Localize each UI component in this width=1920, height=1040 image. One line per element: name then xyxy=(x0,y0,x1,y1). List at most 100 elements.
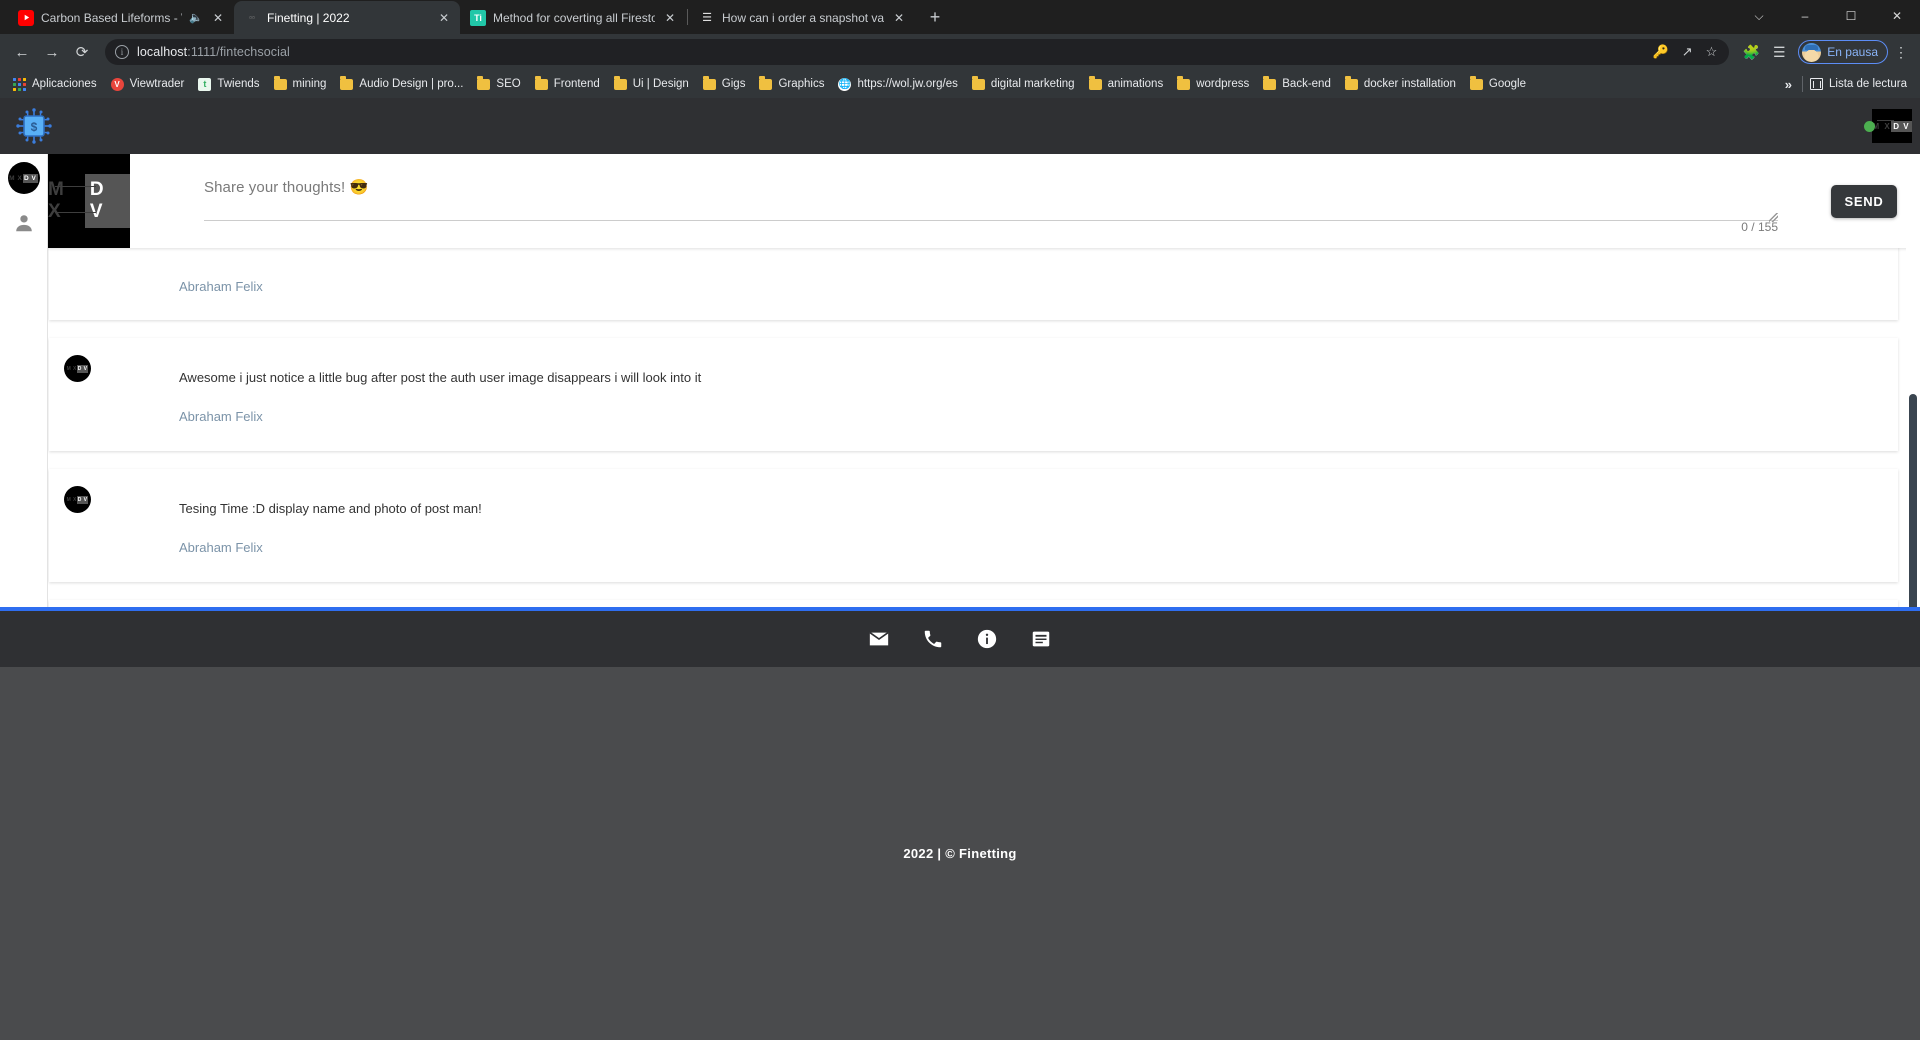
post-text: Tesing Time :D display name and photo of… xyxy=(179,501,482,516)
bookmark-viewtrader[interactable]: V Viewtrader xyxy=(104,73,192,95)
microchip-dollar-logo[interactable]: $ xyxy=(14,106,54,146)
tab-title: How can i order a snapshot value xyxy=(722,10,884,25)
folder-icon xyxy=(613,76,627,90)
bookmark-label: animations xyxy=(1107,78,1164,90)
bookmark-aplicaciones[interactable]: Aplicaciones xyxy=(6,73,104,95)
bookmark-seo[interactable]: SEO xyxy=(470,73,527,95)
textarea-underline-resize-handle[interactable] xyxy=(204,213,1778,222)
reading-list-icon[interactable]: ☰ xyxy=(1766,39,1792,65)
forward-button[interactable]: → xyxy=(38,38,66,66)
bookmark-wol-jw-org[interactable]: 🌐 https://wol.jw.org/es xyxy=(831,73,964,95)
bookmark-audio-design[interactable]: Audio Design | pro... xyxy=(333,73,470,95)
new-tab-button[interactable]: + xyxy=(921,3,949,31)
post-card[interactable]: M X D V Awesome i just notice a little b… xyxy=(49,338,1898,451)
browser-tab-3[interactable]: ☰ How can i order a snapshot value ✕ xyxy=(689,1,915,34)
post-card[interactable]: Hey guys can i request a feedback form! … xyxy=(49,600,1898,607)
bookmark-graphics[interactable]: Graphics xyxy=(752,73,831,95)
tab-strip: Carbon Based Lifeforms - Wo 🔈 ✕ ▫▫ Finet… xyxy=(0,0,1920,34)
share-icon[interactable]: ↗ xyxy=(1682,44,1693,60)
kebab-menu-icon[interactable]: ⋮ xyxy=(1890,44,1912,61)
profile-button[interactable]: En pausa xyxy=(1798,40,1888,64)
folder-icon xyxy=(534,76,548,90)
phone-icon[interactable] xyxy=(922,628,944,650)
app-header: $ M X D V xyxy=(0,98,1920,154)
extensions-puzzle-icon[interactable]: 🧩 xyxy=(1738,39,1764,65)
main-content: M X D V Share your thoughts! 😎 0 / 155 S… xyxy=(48,154,1920,607)
post-avatar-column: M X D V xyxy=(49,469,131,582)
folder-icon xyxy=(1088,76,1102,90)
bookmark-google[interactable]: Google xyxy=(1463,73,1533,95)
page-scrollbar[interactable] xyxy=(1906,248,1920,607)
browser-tab-2[interactable]: Ti Method for coverting all Firestore ✕ xyxy=(460,1,686,34)
bookmark-mining[interactable]: mining xyxy=(267,73,334,95)
globe-icon: 🌐 xyxy=(838,77,852,91)
bookmark-label: Frontend xyxy=(553,78,600,90)
folder-icon xyxy=(971,76,985,90)
password-key-icon[interactable]: 🔑 xyxy=(1653,44,1669,60)
bookmark-frontend[interactable]: Frontend xyxy=(528,73,607,95)
email-icon[interactable] xyxy=(868,628,890,650)
window-maximize-button[interactable]: ☐ xyxy=(1828,0,1874,32)
user-avatar-mxdv[interactable]: M X D V xyxy=(7,162,40,194)
post-composer: M X D V Share your thoughts! 😎 0 / 155 S… xyxy=(48,154,1920,248)
tab-close-icon[interactable]: ✕ xyxy=(210,10,226,26)
bookmark-wordpress[interactable]: wordpress xyxy=(1170,73,1256,95)
scrollbar-thumb[interactable] xyxy=(1909,394,1917,607)
article-icon[interactable] xyxy=(1030,628,1052,650)
person-icon[interactable] xyxy=(13,212,35,234)
send-button[interactable]: SEND xyxy=(1830,184,1898,218)
post-card[interactable]: M X D V Tesing Time :D display name and … xyxy=(49,469,1898,582)
bookmark-label: https://wol.jw.org/es xyxy=(857,78,958,90)
window-close-button[interactable]: ✕ xyxy=(1874,0,1920,32)
bookmark-gigs[interactable]: Gigs xyxy=(696,73,753,95)
bookmark-docker-installation[interactable]: docker installation xyxy=(1338,73,1463,95)
tab-mute-icon[interactable]: 🔈 xyxy=(189,11,203,24)
back-button[interactable]: ← xyxy=(8,38,36,66)
browser-tab-1[interactable]: ▫▫ Finetting | 2022 ✕ xyxy=(234,1,460,34)
info-icon[interactable] xyxy=(976,628,998,650)
post-author[interactable]: Abraham Felix xyxy=(179,408,1878,426)
url-host: localhost xyxy=(137,45,188,59)
post-author[interactable]: Abraham Felix xyxy=(179,278,1878,296)
app-footer xyxy=(0,610,1920,667)
post-body: Tesing Time :D display name and photo of… xyxy=(131,469,1898,582)
folder-icon xyxy=(477,76,491,90)
reading-list-button[interactable]: Lista de lectura xyxy=(1803,73,1914,95)
reading-list-icon xyxy=(1810,78,1823,90)
bookmark-label: digital marketing xyxy=(990,78,1075,90)
bookmark-label: wordpress xyxy=(1196,78,1250,90)
bookmark-animations[interactable]: animations xyxy=(1082,73,1171,95)
tab-divider xyxy=(687,9,688,25)
bookmark-label: docker installation xyxy=(1363,78,1456,90)
post-avatar-mxdv[interactable]: M X D V xyxy=(64,486,91,513)
post-body: Hey guys can i request a feedback form! … xyxy=(131,600,1898,607)
bookmarks-overflow-button[interactable]: » xyxy=(1775,77,1802,92)
tab-close-icon[interactable]: ✕ xyxy=(891,10,907,26)
bookmark-digital-marketing[interactable]: digital marketing xyxy=(965,73,1082,95)
bookmark-label: Ui | Design xyxy=(632,78,689,90)
tab-close-icon[interactable]: ✕ xyxy=(662,10,678,26)
bookmark-twiends[interactable]: t Twiends xyxy=(191,73,266,95)
bookmark-label: Viewtrader xyxy=(129,78,185,90)
bookmark-back-end[interactable]: Back-end xyxy=(1256,73,1338,95)
post-author[interactable]: Abraham Felix xyxy=(179,539,1878,557)
tab-close-icon[interactable]: ✕ xyxy=(436,10,452,26)
post-card[interactable]: Abraham Felix xyxy=(49,248,1898,320)
teal-icon: Ti xyxy=(470,9,486,26)
folder-icon xyxy=(1263,76,1277,90)
browser-tab-0[interactable]: Carbon Based Lifeforms - Wo 🔈 ✕ xyxy=(8,1,234,34)
info-icon[interactable]: i xyxy=(115,45,129,59)
post-avatar-mxdv[interactable]: M X D V xyxy=(64,355,91,382)
bookmark-star-icon[interactable]: ☆ xyxy=(1706,44,1718,60)
header-avatar[interactable]: M X D V xyxy=(1872,109,1912,143)
address-bar[interactable]: i localhost:1111/fintechsocial 🔑 ↗ ☆ xyxy=(105,39,1730,65)
window-minimize-button[interactable]: – xyxy=(1782,0,1828,32)
bookmark-label: Aplicaciones xyxy=(32,78,97,90)
post-feed: Abraham Felix M X D V Awesome i just not… xyxy=(48,248,1920,607)
reload-button[interactable]: ⟳ xyxy=(68,38,96,66)
bookmark-ui-design[interactable]: Ui | Design xyxy=(607,73,696,95)
composer-input-wrap[interactable]: Share your thoughts! 😎 0 / 155 xyxy=(130,154,1808,248)
post-textarea-placeholder[interactable]: Share your thoughts! 😎 xyxy=(204,178,1808,198)
window-restore-down-button[interactable]: ⌵ xyxy=(1736,0,1782,32)
bookmark-label: mining xyxy=(292,78,327,90)
